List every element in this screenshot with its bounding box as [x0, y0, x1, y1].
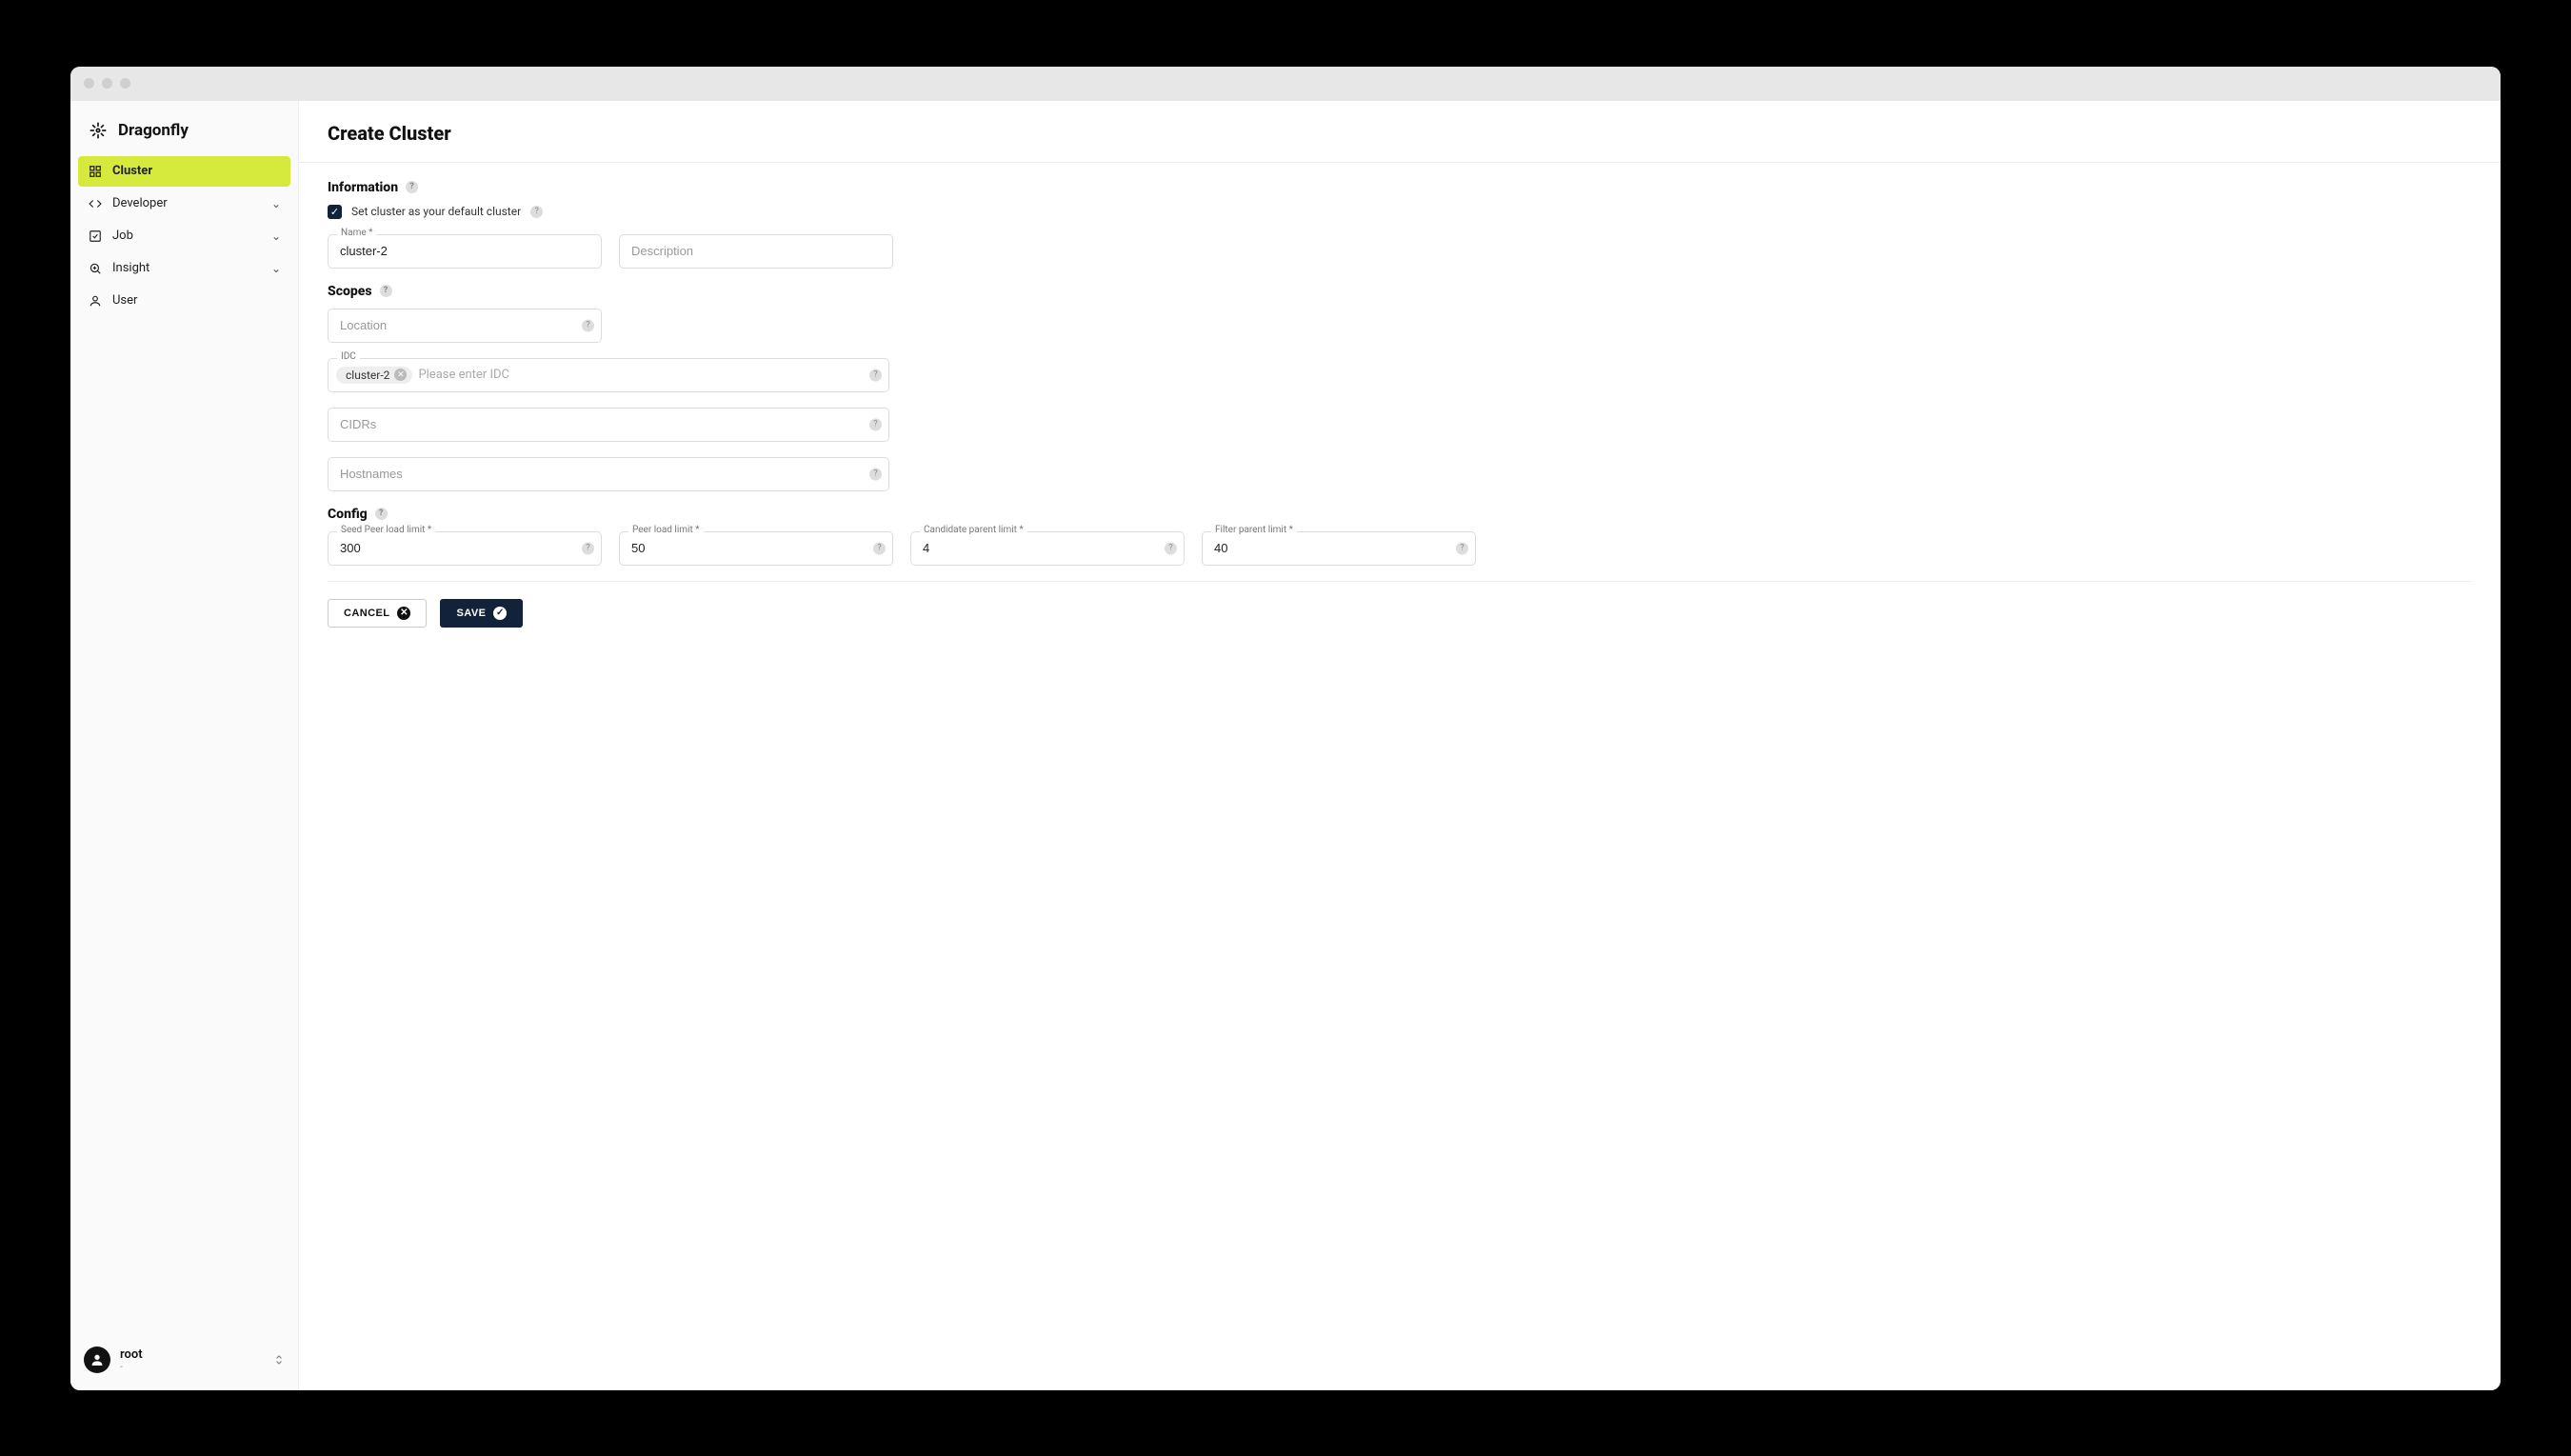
user-block: root - — [120, 1347, 143, 1372]
page-header: Create Cluster — [299, 101, 2501, 163]
brand: Dragonfly — [78, 114, 290, 156]
window-close-dot[interactable] — [84, 78, 94, 89]
save-label: SAVE — [456, 608, 486, 619]
chip-remove-icon[interactable]: ✕ — [394, 369, 407, 381]
help-icon[interactable]: ? — [530, 206, 543, 218]
name-field: Name * — [328, 234, 602, 269]
page-title: Create Cluster — [328, 122, 2472, 145]
name-input[interactable] — [328, 234, 602, 269]
section-title-text: Config — [328, 507, 368, 522]
candidate-parent-limit-label: Candidate parent limit * — [920, 525, 1027, 535]
section-title-information: Information ? — [328, 180, 2472, 195]
description-field — [619, 234, 893, 269]
sidebar-item-label: Cluster — [112, 164, 152, 178]
idc-label: IDC — [337, 351, 360, 362]
cancel-label: CANCEL — [344, 608, 389, 619]
sidebar-item-user[interactable]: User — [78, 286, 290, 316]
sidebar-item-cluster[interactable]: Cluster — [78, 156, 290, 187]
code-icon — [88, 196, 103, 211]
user-subtitle: - — [120, 1362, 143, 1372]
location-input[interactable] — [328, 309, 602, 343]
brand-name: Dragonfly — [118, 121, 189, 140]
divider — [328, 581, 2472, 582]
insight-icon — [88, 261, 103, 276]
location-field: ? — [328, 309, 602, 343]
dragonfly-logo-icon — [88, 120, 109, 141]
peer-load-limit-field: Peer load limit * ? — [619, 531, 893, 566]
sidebar-item-label: Job — [112, 229, 133, 243]
sidebar: Dragonfly Cluster Developer ⌄ — [70, 101, 299, 1390]
section-title-config: Config ? — [328, 507, 2472, 522]
help-icon[interactable]: ? — [869, 468, 882, 480]
idc-placeholder: Please enter IDC — [418, 368, 509, 382]
help-icon[interactable]: ? — [1165, 542, 1177, 554]
sidebar-item-job[interactable]: Job ⌄ — [78, 221, 290, 251]
titlebar — [70, 67, 2501, 101]
cluster-icon — [88, 164, 103, 179]
chevron-down-icon: ⌄ — [271, 229, 281, 243]
section-title-text: Information — [328, 180, 398, 195]
help-icon[interactable]: ? — [869, 369, 882, 381]
sidebar-item-developer[interactable]: Developer ⌄ — [78, 189, 290, 219]
help-icon[interactable]: ? — [869, 418, 882, 430]
candidate-parent-limit-field: Candidate parent limit * ? — [910, 531, 1185, 566]
help-icon[interactable]: ? — [873, 542, 886, 554]
help-icon[interactable]: ? — [1456, 542, 1468, 554]
user-name: root — [120, 1347, 143, 1362]
seed-peer-limit-label: Seed Peer load limit * — [337, 525, 435, 535]
section-title-scopes: Scopes ? — [328, 284, 2472, 299]
chip-label: cluster-2 — [346, 369, 389, 382]
filter-parent-limit-field: Filter parent limit * ? — [1202, 531, 1476, 566]
sidebar-item-label: User — [112, 293, 137, 308]
check-circle-icon: ✓ — [493, 607, 507, 620]
candidate-parent-limit-input[interactable] — [910, 531, 1185, 566]
check-square-icon — [88, 229, 103, 244]
peer-load-limit-input[interactable] — [619, 531, 893, 566]
cidrs-field: ? — [328, 408, 889, 442]
help-icon[interactable]: ? — [582, 542, 594, 554]
seed-peer-limit-input[interactable] — [328, 531, 602, 566]
peer-load-limit-label: Peer load limit * — [628, 525, 704, 535]
section-title-text: Scopes — [328, 284, 372, 299]
default-cluster-label: Set cluster as your default cluster — [351, 205, 521, 218]
idc-chip: cluster-2 ✕ — [336, 367, 412, 384]
save-button[interactable]: SAVE ✓ — [440, 599, 523, 628]
sidebar-item-insight[interactable]: Insight ⌄ — [78, 253, 290, 284]
hostnames-field: ? — [328, 457, 889, 491]
sidebar-item-label: Developer — [112, 196, 168, 210]
help-icon[interactable]: ? — [406, 181, 418, 193]
default-cluster-checkbox-row[interactable]: ✓ Set cluster as your default cluster ? — [328, 205, 2472, 219]
seed-peer-limit-field: Seed Peer load limit * ? — [328, 531, 602, 566]
window-max-dot[interactable] — [120, 78, 130, 89]
cancel-button[interactable]: CANCEL ✕ — [328, 599, 427, 628]
cancel-icon: ✕ — [397, 607, 410, 620]
chevron-down-icon: ⌄ — [271, 197, 281, 210]
filter-parent-limit-label: Filter parent limit * — [1211, 525, 1297, 535]
app-window: Dragonfly Cluster Developer ⌄ — [70, 67, 2501, 1390]
main: Create Cluster Information ? ✓ Set clust… — [299, 101, 2501, 1390]
chevron-down-icon: ⌄ — [271, 262, 281, 275]
help-icon[interactable]: ? — [380, 285, 392, 297]
user-icon — [88, 293, 103, 309]
content: Information ? ✓ Set cluster as your defa… — [299, 163, 2501, 645]
idc-field: IDC cluster-2 ✕ Please enter IDC ? — [328, 358, 889, 392]
sidebar-item-label: Insight — [112, 261, 149, 275]
sidebar-nav: Cluster Developer ⌄ Job ⌄ — [78, 156, 290, 316]
idc-input[interactable]: cluster-2 ✕ Please enter IDC — [328, 358, 889, 392]
form-actions: CANCEL ✕ SAVE ✓ — [328, 599, 2472, 628]
name-label: Name * — [337, 228, 376, 238]
window-min-dot[interactable] — [102, 78, 112, 89]
avatar — [84, 1346, 110, 1373]
cidrs-input[interactable] — [328, 408, 889, 442]
help-icon[interactable]: ? — [582, 319, 594, 331]
help-icon[interactable]: ? — [375, 508, 388, 520]
unfold-icon — [273, 1353, 285, 1366]
checkbox-checked-icon[interactable]: ✓ — [328, 205, 342, 219]
filter-parent-limit-input[interactable] — [1202, 531, 1476, 566]
description-input[interactable] — [619, 234, 893, 269]
hostnames-input[interactable] — [328, 457, 889, 491]
sidebar-user[interactable]: root - — [78, 1339, 290, 1381]
